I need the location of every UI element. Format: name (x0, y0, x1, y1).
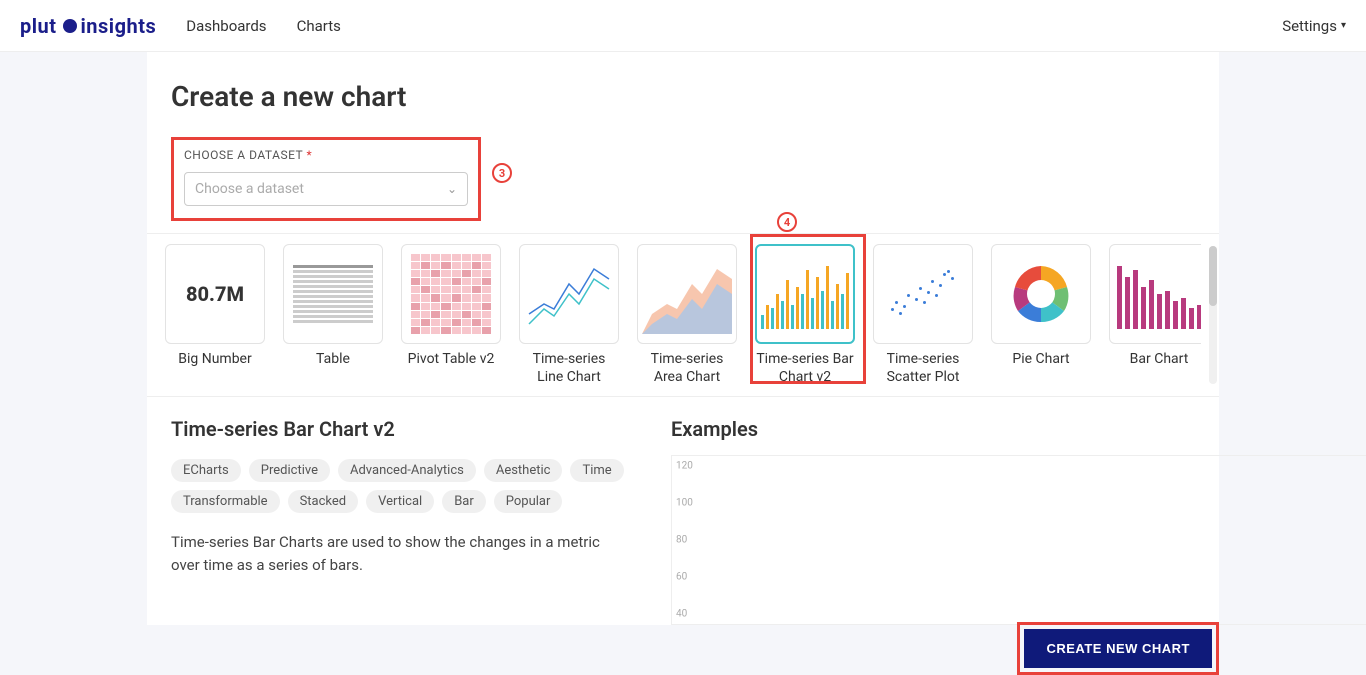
chevron-down-icon: ▾ (1341, 20, 1346, 31)
annotation-marker-4: 4 (777, 212, 797, 232)
create-new-chart-button[interactable]: CREATE NEW CHART (1024, 629, 1212, 668)
pie-chart-icon (1006, 259, 1076, 329)
tag: Bar (442, 490, 486, 513)
bar-chart-icon (1117, 259, 1202, 329)
page-title: Create a new chart (171, 80, 1219, 113)
line-chart-icon (524, 254, 614, 334)
chart-type-grid: 4 80.7M Big Number Table (147, 233, 1219, 397)
detail-section: Time-series Bar Chart v2 ECharts Predict… (147, 397, 1219, 625)
annotation-marker-3: 3 (492, 163, 512, 183)
tag-list: ECharts Predictive Advanced-Analytics Ae… (171, 459, 631, 513)
tag: Advanced-Analytics (338, 459, 476, 482)
pivot-icon (411, 254, 491, 334)
chart-type-big-number[interactable]: 80.7M Big Number (165, 244, 265, 386)
tag: Predictive (249, 459, 330, 482)
scatter-icon (883, 259, 963, 329)
detail-description: Time-series Bar Charts are used to show … (171, 531, 631, 576)
tag: Vertical (366, 490, 434, 513)
dataset-placeholder: Choose a dataset (195, 181, 304, 197)
grid-scrollbar[interactable] (1209, 246, 1217, 384)
chart-type-pivot-table[interactable]: Pivot Table v2 (401, 244, 501, 386)
dataset-field-highlight: CHOOSE A DATASET * Choose a dataset ⌄ (171, 137, 481, 221)
chevron-down-icon: ⌄ (447, 182, 457, 196)
nav-dashboards[interactable]: Dashboards (186, 17, 266, 35)
chart-type-table[interactable]: Table (283, 244, 383, 386)
tag: Aesthetic (484, 459, 563, 482)
nav-settings[interactable]: Settings ▾ (1282, 17, 1346, 35)
brand-text-insights: insights (81, 14, 157, 38)
chart-type-bar[interactable]: Bar Chart (1109, 244, 1201, 386)
chart-type-area[interactable]: Time-series Area Chart (637, 244, 737, 386)
top-nav: plut insights Dashboards Charts Settings… (0, 0, 1366, 52)
dataset-select[interactable]: Choose a dataset ⌄ (184, 172, 468, 206)
nav-settings-label: Settings (1282, 17, 1337, 35)
brand-text-pluto: plut (20, 14, 57, 38)
tag: Stacked (288, 490, 359, 513)
table-icon (293, 265, 373, 323)
bignumber-value: 80.7M (186, 282, 244, 306)
example-chart: 120 100 80 60 40 (671, 455, 1366, 625)
tag: Popular (494, 490, 563, 513)
create-button-highlight: CREATE NEW CHART (1017, 622, 1219, 675)
tag: ECharts (171, 459, 241, 482)
chart-type-scatter[interactable]: Time-series Scatter Plot (873, 244, 973, 386)
brand-logo[interactable]: plut insights (20, 14, 156, 38)
examples-title: Examples (671, 417, 1366, 441)
brand-dot-icon (63, 19, 77, 33)
bar-ts-icon (761, 259, 849, 329)
tag: Time (570, 459, 623, 482)
area-chart-icon (642, 254, 732, 334)
required-asterisk: * (306, 148, 312, 162)
chart-type-pie[interactable]: Pie Chart (991, 244, 1091, 386)
main-panel: Create a new chart CHOOSE A DATASET * Ch… (147, 52, 1219, 625)
example-bars (702, 466, 1366, 616)
scrollbar-thumb[interactable] (1209, 246, 1217, 306)
tag: Transformable (171, 490, 280, 513)
nav-charts[interactable]: Charts (297, 17, 341, 35)
chart-type-line[interactable]: Time-series Line Chart (519, 244, 619, 386)
dataset-label: CHOOSE A DATASET * (184, 148, 468, 162)
detail-title: Time-series Bar Chart v2 (171, 417, 631, 441)
